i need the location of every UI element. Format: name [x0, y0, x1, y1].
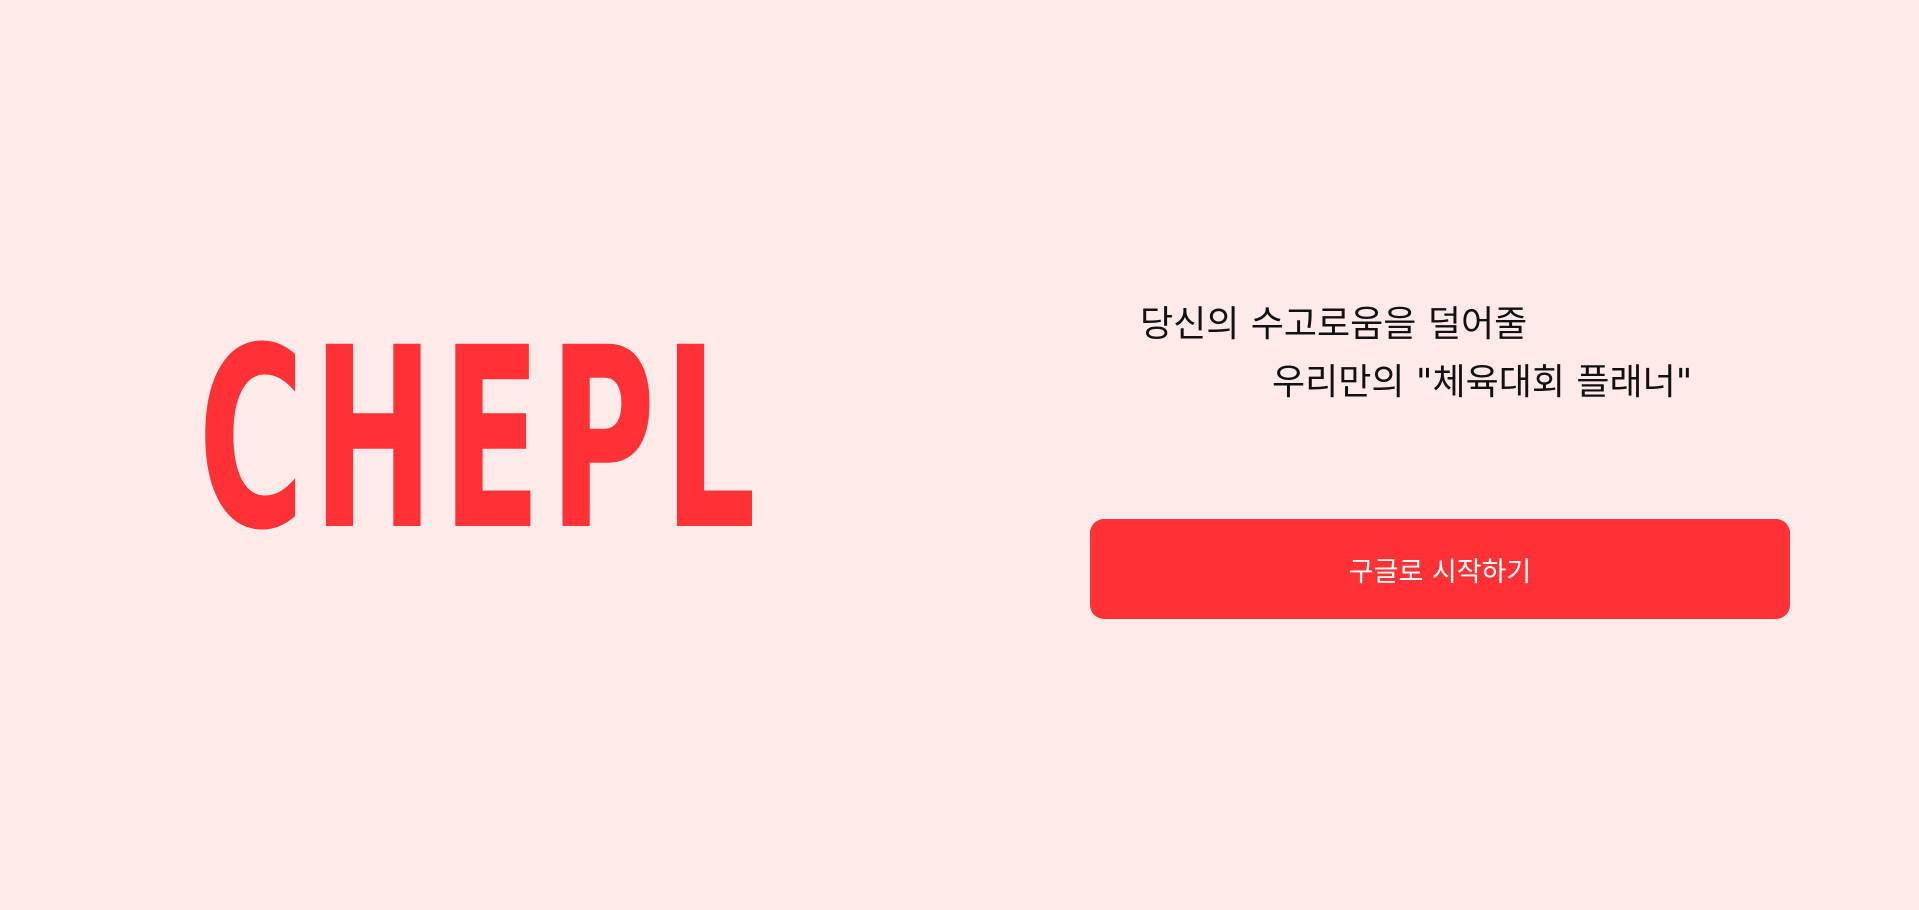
brand-logo: CHEPL — [198, 294, 765, 585]
google-start-button[interactable]: 구글로 시작하기 — [1090, 519, 1790, 619]
tagline-line-2: 우리만의 "체육대회 플래너" — [1272, 362, 1693, 403]
tagline: 당신의 수고로움을 덜어줄 우리만의 "체육대회 플래너" — [1140, 296, 1760, 412]
landing-page: CHEPL 당신의 수고로움을 덜어줄 우리만의 "체육대회 플래너" 구글로 … — [0, 0, 1919, 910]
logo-container: CHEPL — [198, 315, 768, 565]
tagline-line-1: 당신의 수고로움을 덜어줄 — [1140, 304, 1528, 345]
google-start-label: 구글로 시작하기 — [1348, 556, 1532, 588]
